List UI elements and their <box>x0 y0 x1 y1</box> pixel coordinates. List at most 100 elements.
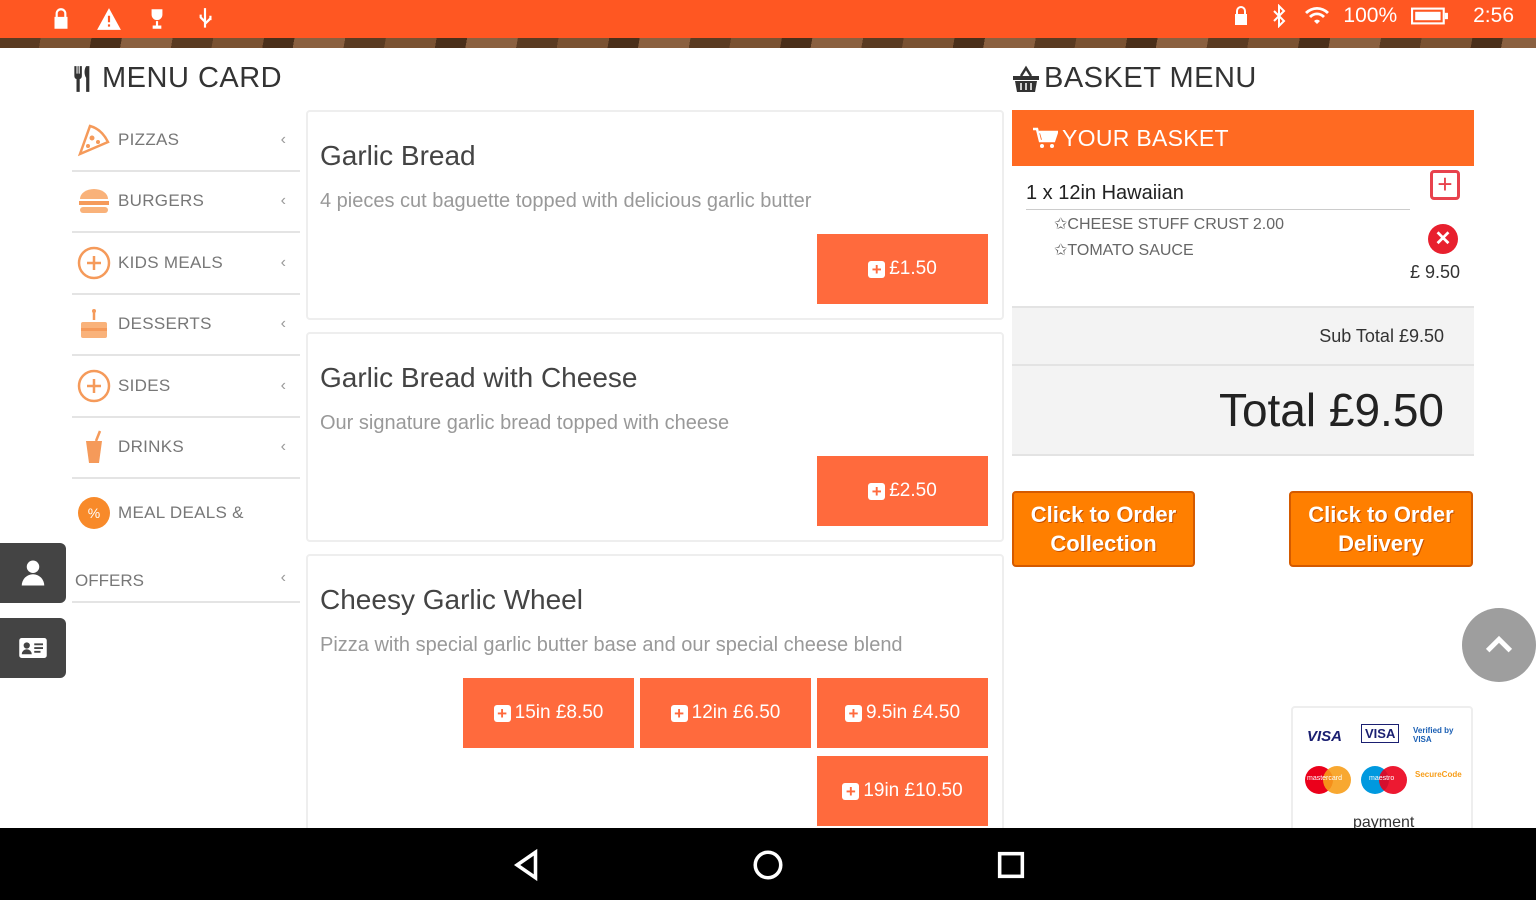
status-bar: 100% 2:56 <box>0 0 1536 38</box>
plus-icon: + <box>868 260 886 278</box>
burger-icon <box>79 189 109 214</box>
battery-icon <box>1411 7 1449 25</box>
pizza-icon <box>77 124 110 157</box>
order-collection-line1: Click to Order <box>1030 502 1177 527</box>
category-label: SIDES <box>118 375 171 395</box>
plus-icon: + <box>842 782 860 800</box>
plus-icon: + <box>844 704 862 722</box>
side-tabs <box>0 543 66 693</box>
plus-circle-icon <box>77 246 111 279</box>
maestro-text: maestro <box>1369 775 1395 782</box>
chevron-left-icon: ‹ <box>280 130 286 148</box>
add-to-basket-button[interactable]: + £1.50 <box>817 234 988 304</box>
basket-item-price: £ 9.50 <box>1409 262 1460 282</box>
back-icon[interactable] <box>510 848 544 882</box>
price-label: 9.5in £4.50 <box>865 702 961 723</box>
basket-item-name: 1 x 12in Hawaiian <box>1026 182 1410 210</box>
chevron-left-icon: ‹ <box>280 376 286 394</box>
basket-item-option: ✩TOMATO SAUCE <box>1054 242 1194 259</box>
subtotal-row: Sub Total £9.50 <box>1012 306 1474 364</box>
system-navigation-bar <box>0 828 1536 900</box>
add-size-9-5in-button[interactable]: +9.5in £4.50 <box>817 678 988 748</box>
category-desserts[interactable]: DESSERTS ‹ <box>72 295 300 356</box>
mastercard-text: mastercard <box>1307 775 1343 782</box>
category-label-line2: OFFERS <box>75 571 144 590</box>
securecode-logo: SecureCode <box>1415 770 1462 779</box>
order-collection-button[interactable]: Click to Order Collection <box>1012 491 1195 567</box>
user-icon <box>21 560 45 586</box>
price-label: £1.50 <box>889 258 937 279</box>
bluetooth-icon <box>1273 4 1286 28</box>
your-basket-header: YOUR BASKET <box>1012 110 1474 166</box>
add-size-15in-button[interactable]: +15in £8.50 <box>463 678 634 748</box>
usb-icon <box>199 8 212 28</box>
basket-item: 1 x 12in Hawaiian ✩CHEESE STUFF CRUST 2.… <box>1012 166 1474 306</box>
price-label: 19in £10.50 <box>863 780 963 801</box>
visa-logo: VISA <box>1307 728 1343 745</box>
category-kids-meals[interactable]: KIDS MEALS ‹ <box>72 233 300 295</box>
system-icons: 100% 2:56 <box>1229 4 1514 28</box>
increase-quantity-button[interactable]: + <box>1430 170 1460 200</box>
menu-card-title: MENU CARD <box>70 62 282 95</box>
basket-item-option: ✩CHEESE STUFF CRUST 2.00 <box>1054 216 1285 233</box>
trophy-icon <box>151 9 163 29</box>
scroll-to-top-button[interactable] <box>1462 608 1536 682</box>
svg-text:%: % <box>88 505 100 521</box>
chevron-left-icon: ‹ <box>280 253 286 271</box>
home-icon[interactable] <box>751 848 785 882</box>
basket-menu-label: BASKET MENU <box>1044 62 1257 94</box>
verified-by-visa-logo: Verified by VISA <box>1413 726 1454 744</box>
contact-card-icon <box>19 638 47 658</box>
category-label: BURGERS <box>118 191 205 211</box>
remove-item-button[interactable]: ✕ <box>1428 224 1458 254</box>
drink-icon <box>86 430 102 464</box>
chevron-up-icon <box>1485 635 1513 653</box>
visa-electron-logo: VISA <box>1361 724 1400 743</box>
menu-items-list: Garlic Bread 4 pieces cut baguette toppe… <box>306 110 1004 828</box>
account-tab[interactable] <box>0 543 66 603</box>
plus-circle-icon <box>77 369 111 402</box>
category-sidebar: PIZZAS ‹ BURGERS ‹ KIDS MEALS ‹ DESSERTS… <box>72 110 300 603</box>
add-to-basket-button[interactable]: + £2.50 <box>817 456 988 526</box>
item-description: Pizza with special garlic butter base an… <box>320 634 903 656</box>
wifi-icon <box>1305 7 1330 24</box>
battery-percent: 100% <box>1343 4 1398 27</box>
order-delivery-line2: Delivery <box>1338 531 1424 556</box>
price-label: £2.50 <box>889 480 937 501</box>
main-content: MENU CARD PIZZAS ‹ BURGERS ‹ KIDS MEALS … <box>0 48 1536 836</box>
price-label: 15in £8.50 <box>514 702 604 723</box>
mastercard-logo: mastercard <box>1305 766 1351 794</box>
category-label: KIDS MEALS <box>118 252 224 272</box>
total-text: Total £9.50 <box>1218 384 1444 436</box>
header-banner-strip <box>0 38 1536 48</box>
chevron-left-icon: ‹ <box>280 569 286 586</box>
chevron-left-icon: ‹ <box>280 192 286 210</box>
order-delivery-line1: Click to Order <box>1308 502 1454 527</box>
basket-panel: YOUR BASKET 1 x 12in Hawaiian ✩CHEESE ST… <box>1012 110 1474 456</box>
payment-methods-box: VISA VISA Verified by VISA mastercard ma… <box>1291 706 1473 836</box>
category-sides[interactable]: SIDES ‹ <box>72 356 300 418</box>
maestro-logo: maestro <box>1361 766 1407 794</box>
category-label: DRINKS <box>118 437 185 457</box>
plus-icon: + <box>868 482 886 500</box>
category-pizzas[interactable]: PIZZAS ‹ <box>72 110 300 172</box>
item-description: Our signature garlic bread topped with c… <box>320 412 730 434</box>
category-burgers[interactable]: BURGERS ‹ <box>72 172 300 233</box>
contact-tab[interactable] <box>0 618 66 678</box>
category-label: MEAL DEALS & <box>118 503 244 522</box>
fork-knife-icon <box>74 65 90 92</box>
category-meal-deals-offers[interactable]: % MEAL DEALS & OFFERS ‹ <box>72 479 300 603</box>
menu-card-label: MENU CARD <box>102 62 283 94</box>
menu-item-card: Cheesy Garlic Wheel Pizza with special g… <box>306 554 1004 828</box>
warning-icon <box>97 8 121 30</box>
recents-icon[interactable] <box>994 848 1028 882</box>
lock-icon <box>54 8 68 29</box>
category-drinks[interactable]: DRINKS ‹ <box>72 418 300 479</box>
add-size-19in-button[interactable]: +19in £10.50 <box>817 756 988 826</box>
add-size-12in-button[interactable]: +12in £6.50 <box>640 678 811 748</box>
cart-icon <box>1033 127 1058 148</box>
order-delivery-button[interactable]: Click to Order Delivery <box>1289 491 1473 567</box>
price-label: 12in £6.50 <box>691 702 781 723</box>
category-label: PIZZAS <box>118 129 180 149</box>
basket-menu-title: BASKET MENU <box>1012 62 1257 95</box>
